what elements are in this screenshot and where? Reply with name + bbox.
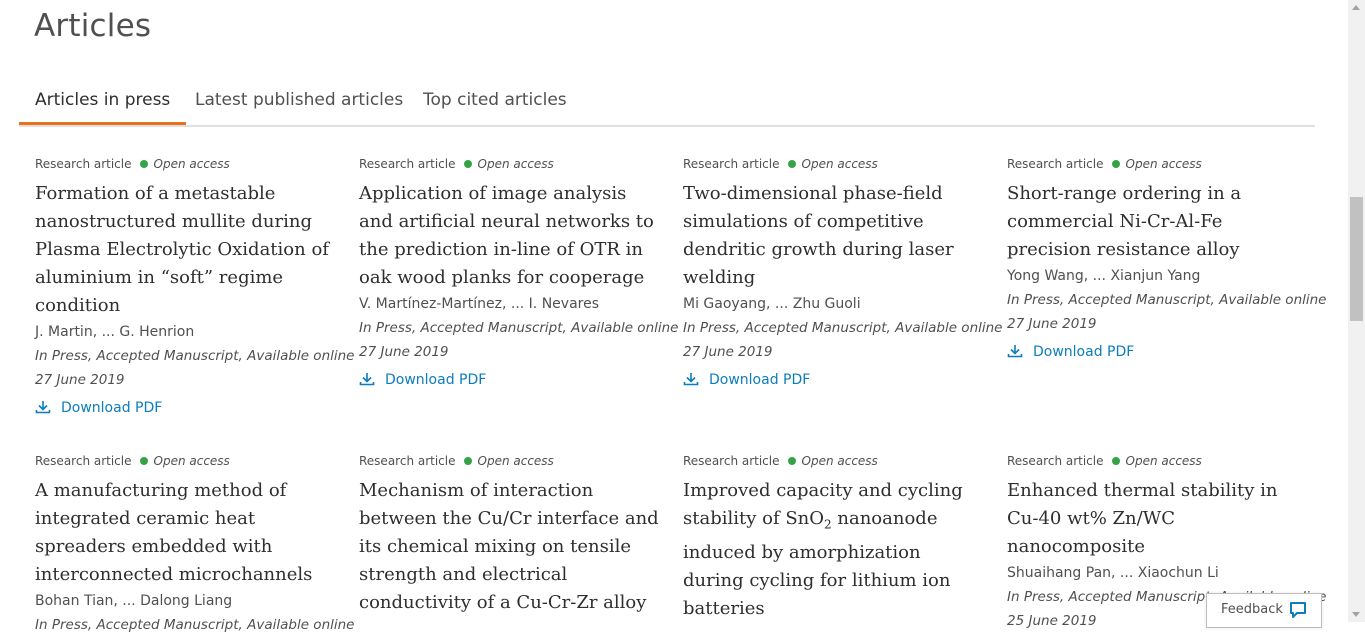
open-access-label: Open access <box>1125 454 1202 468</box>
article-title[interactable]: Mechanism of interaction between the Cu/… <box>359 477 659 617</box>
article-card: Research article Open access Two-dimensio… <box>683 157 1003 392</box>
download-pdf-link[interactable]: Download PDF <box>683 372 983 392</box>
article-title[interactable]: A manufacturing method of integrated cer… <box>35 477 335 589</box>
article-date: 27 June 2019 <box>683 344 773 360</box>
open-access-label: Open access <box>153 157 230 171</box>
article-meta: Research article Open access <box>683 157 983 174</box>
article-title[interactable]: Two-dimensional phase-field simulations … <box>683 180 983 292</box>
article-date: 27 June 2019 <box>359 344 449 360</box>
feedback-label: Feedback <box>1221 602 1283 617</box>
article-title[interactable]: Improved capacity and cycling stability … <box>683 477 983 623</box>
download-icon <box>359 373 375 386</box>
article-title[interactable]: Formation of a metastable nanostructured… <box>35 180 335 320</box>
article-meta: Research article Open access <box>359 454 659 471</box>
article-type: Research article <box>683 157 780 171</box>
scroll-up-arrow-icon[interactable] <box>1352 5 1360 10</box>
article-meta: Research article Open access <box>1007 157 1307 174</box>
open-access-label: Open access <box>801 454 878 468</box>
article-status: In Press, Accepted Manuscript, Available… <box>35 348 355 364</box>
article-type: Research article <box>683 454 780 468</box>
tab-latest-published[interactable]: Latest published articles <box>195 90 403 122</box>
article-card: Research article Open access Short-range … <box>1007 157 1327 364</box>
article-type: Research article <box>359 454 456 468</box>
download-icon <box>35 401 51 414</box>
article-status: In Press, Accepted Manuscript, Available… <box>359 320 679 336</box>
article-authors: Mi Gaoyang, ... Zhu Guoli <box>683 296 861 312</box>
download-pdf-label: Download PDF <box>385 372 487 388</box>
scroll-down-arrow-icon[interactable] <box>1352 612 1360 617</box>
open-access-dot-icon <box>463 160 472 168</box>
download-pdf-link[interactable]: Download PDF <box>1007 344 1307 364</box>
download-pdf-label: Download PDF <box>709 372 811 388</box>
article-meta: Research article Open access <box>1007 454 1307 471</box>
open-access-label: Open access <box>801 157 878 171</box>
article-type: Research article <box>1007 157 1104 171</box>
download-pdf-link[interactable]: Download PDF <box>359 372 659 392</box>
article-type: Research article <box>35 157 132 171</box>
download-pdf-label: Download PDF <box>1033 344 1135 360</box>
article-tabs: Articles in press Latest published artic… <box>19 80 1315 127</box>
article-type: Research article <box>35 454 132 468</box>
article-title-subscript: 2 <box>824 517 832 532</box>
article-type: Research article <box>1007 454 1104 468</box>
article-meta: Research article Open access <box>35 454 335 471</box>
download-icon <box>1007 345 1023 358</box>
chat-bubble-icon <box>1290 602 1306 618</box>
article-status: In Press, Accepted Manuscript, Available… <box>1007 292 1327 308</box>
tab-top-cited[interactable]: Top cited articles <box>423 90 567 122</box>
vertical-scrollbar[interactable] <box>1348 0 1365 622</box>
article-card: Research article Open access Formation of… <box>35 157 355 420</box>
open-access-label: Open access <box>153 454 230 468</box>
open-access-dot-icon <box>787 457 796 465</box>
article-card: Research article Open access Mechanism of… <box>359 454 659 617</box>
article-card: Research article Open access Improved cap… <box>683 454 983 623</box>
article-meta: Research article Open access <box>35 157 335 174</box>
article-meta: Research article Open access <box>359 157 659 174</box>
article-title[interactable]: Enhanced thermal stability in Cu-40 wt% … <box>1007 477 1307 561</box>
open-access-dot-icon <box>139 160 148 168</box>
open-access-dot-icon <box>139 457 148 465</box>
open-access-dot-icon <box>1111 160 1120 168</box>
article-meta: Research article Open access <box>683 454 983 471</box>
article-type: Research article <box>359 157 456 171</box>
article-title[interactable]: Application of image analysis and artifi… <box>359 180 659 292</box>
article-authors: Bohan Tian, ... Dalong Liang <box>35 593 233 609</box>
article-card: Research article Open access Application … <box>359 157 679 392</box>
page-title: Articles <box>34 8 152 44</box>
open-access-dot-icon <box>787 160 796 168</box>
download-pdf-link[interactable]: Download PDF <box>35 400 335 420</box>
open-access-dot-icon <box>463 457 472 465</box>
download-pdf-label: Download PDF <box>61 400 163 416</box>
feedback-button[interactable]: Feedback <box>1206 593 1322 628</box>
article-authors: Shuaihang Pan, ... Xiaochun Li <box>1007 565 1219 581</box>
article-authors: Yong Wang, ... Xianjun Yang <box>1007 268 1201 284</box>
article-date: 27 June 2019 <box>35 372 125 388</box>
article-authors: J. Martin, ... G. Henrion <box>35 324 195 340</box>
open-access-label: Open access <box>477 157 554 171</box>
open-access-label: Open access <box>477 454 554 468</box>
download-icon <box>683 373 699 386</box>
scrollbar-thumb[interactable] <box>1350 197 1363 321</box>
article-date: 27 June 2019 <box>1007 316 1097 332</box>
article-title[interactable]: Short-range ordering in a commercial Ni-… <box>1007 180 1307 264</box>
open-access-dot-icon <box>1111 457 1120 465</box>
article-status: In Press, Accepted Manuscript, Available… <box>35 617 355 633</box>
article-card: Research article Open access A manufactur… <box>35 454 355 637</box>
tab-articles-in-press[interactable]: Articles in press <box>19 90 187 125</box>
article-status: In Press, Accepted Manuscript, Available… <box>683 320 1003 336</box>
article-authors: V. Martínez-Martínez, ... I. Nevares <box>359 296 600 312</box>
open-access-label: Open access <box>1125 157 1202 171</box>
